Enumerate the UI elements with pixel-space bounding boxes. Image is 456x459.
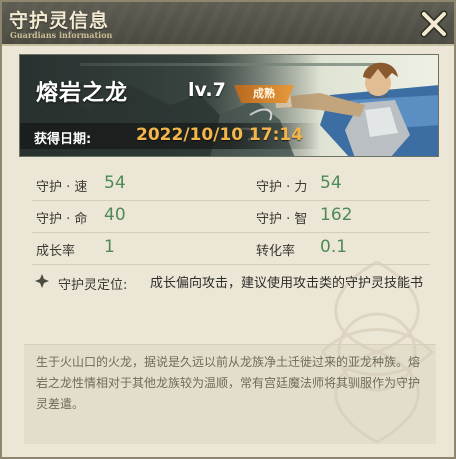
stat-conversion-value: 0.1 bbox=[320, 237, 348, 257]
stat-wisdom-value: 162 bbox=[320, 205, 353, 225]
panel-title: 守护灵信息 bbox=[9, 10, 110, 32]
guardian-level: lv.7 bbox=[188, 79, 226, 101]
stat-power-label: 守护 · 力 bbox=[256, 180, 308, 195]
stat-life-label: 守护 · 命 bbox=[36, 212, 88, 227]
header-bar: 守护灵信息 Guardians information bbox=[2, 2, 454, 46]
stat-life-value: 40 bbox=[104, 205, 126, 225]
positioning-text: 成长偏向攻击，建议使用攻击类的守护灵技能书 bbox=[150, 276, 424, 291]
panel-subtitle: Guardians information bbox=[10, 30, 113, 40]
stat-speed-value: 54 bbox=[104, 173, 126, 193]
guardian-description: 生于火山口的火龙，据说是久远以前从龙族净土迁徙过来的亚龙种族。熔岩之龙性情相对于… bbox=[36, 355, 421, 411]
stat-divider bbox=[32, 264, 430, 265]
stat-speed-label: 守护 · 速 bbox=[36, 180, 88, 195]
guardian-info-panel: 守护灵信息 Guardians information 熔岩之龙 lv.7 成熟… bbox=[0, 0, 456, 459]
diamond-icon bbox=[35, 274, 49, 288]
acquired-date-label: 获得日期: bbox=[34, 132, 92, 147]
close-button[interactable] bbox=[418, 8, 450, 40]
stat-conversion-label: 转化率 bbox=[256, 244, 296, 259]
stat-divider bbox=[32, 232, 430, 233]
close-x-icon bbox=[420, 10, 448, 38]
acquired-date-value: 2022/10/10 17:14 bbox=[136, 125, 304, 145]
guardian-banner: 熔岩之龙 lv.7 成熟 获得日期: 2022/10/10 17:14 bbox=[19, 54, 439, 157]
stat-growth-value: 1 bbox=[104, 237, 115, 257]
stage-badge: 成熟 bbox=[234, 85, 294, 103]
stat-wisdom-label: 守护 · 智 bbox=[256, 212, 308, 227]
stat-power-value: 54 bbox=[320, 173, 342, 193]
positioning-label: 守护灵定位: bbox=[58, 278, 128, 293]
stat-growth-label: 成长率 bbox=[36, 244, 76, 259]
guardian-name: 熔岩之龙 bbox=[36, 81, 129, 106]
stat-divider bbox=[32, 200, 430, 201]
